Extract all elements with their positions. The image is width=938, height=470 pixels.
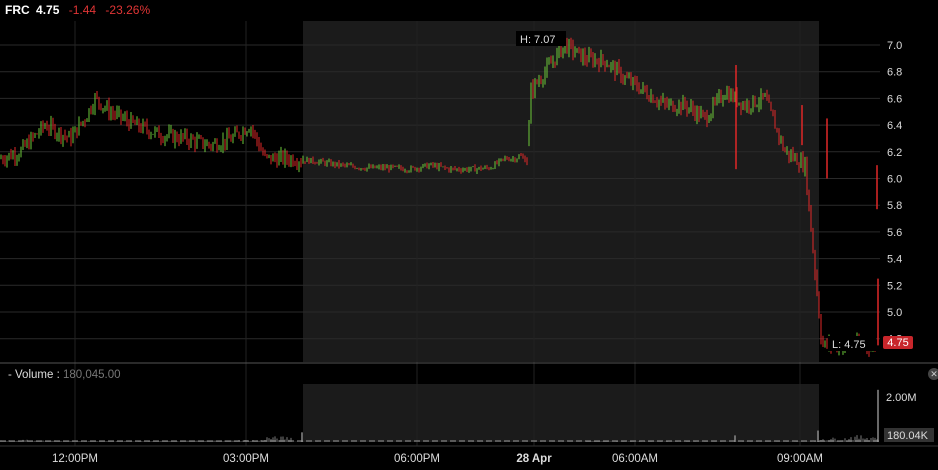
volume-last-tag-text: 180.04K bbox=[887, 430, 929, 442]
time-axis-tick: 09:00AM bbox=[777, 453, 823, 465]
price-axis-tick: 6.4 bbox=[887, 120, 902, 132]
volume-legend[interactable]: - Volume : 180,045.00 bbox=[8, 369, 121, 381]
price-axis-tick: 6.8 bbox=[887, 67, 902, 79]
high-label: H: 7.07 bbox=[520, 34, 555, 46]
time-axis-tick: 12:00PM bbox=[52, 453, 98, 465]
time-axis-tick: 28 Apr bbox=[516, 453, 552, 465]
stock-chart[interactable]: 4.85.05.25.45.65.86.06.26.46.66.87.0 12:… bbox=[0, 0, 938, 470]
price-axis-tick: 5.0 bbox=[887, 307, 902, 319]
time-axis-tick: 06:00PM bbox=[394, 453, 440, 465]
last-price-tag: 4.75 bbox=[883, 336, 913, 349]
ticker-header: FRC 4.75 -1.44 -23.26% bbox=[5, 3, 150, 17]
low-annotation: L: 4.75 bbox=[828, 336, 876, 351]
price-axis: 4.85.05.25.45.65.86.06.26.46.66.87.0 bbox=[887, 40, 902, 346]
volume-legend-label: - Volume : bbox=[8, 369, 60, 381]
time-axis: 12:00PM 03:00PM 06:00PM 28 Apr 06:00AM 09:00A… bbox=[52, 453, 823, 465]
time-axis-tick: 03:00PM bbox=[223, 453, 269, 465]
ticker-price: 4.75 bbox=[36, 3, 60, 17]
time-axis-tick: 06:00AM bbox=[612, 453, 658, 465]
price-axis-tick: 5.8 bbox=[887, 200, 902, 212]
extended-hours-shade-volume bbox=[303, 384, 819, 442]
ticker-change-pct: -23.26% bbox=[105, 3, 151, 17]
price-axis-tick: 5.2 bbox=[887, 280, 902, 292]
price-axis-tick: 5.4 bbox=[887, 254, 902, 266]
price-axis-tick: 6.2 bbox=[887, 147, 902, 159]
volume-legend-value: 180,045.00 bbox=[62, 369, 121, 381]
ticker-symbol: FRC bbox=[5, 3, 30, 17]
ticker-change: -1.44 bbox=[68, 3, 97, 17]
price-axis-tick: 5.6 bbox=[887, 227, 902, 239]
low-label: L: 4.75 bbox=[832, 339, 866, 351]
volume-last-tag: 180.04K bbox=[884, 428, 934, 442]
price-axis-tick: 6.6 bbox=[887, 93, 902, 105]
price-axis-tick: 7.0 bbox=[887, 40, 902, 52]
close-volume-panel-icon[interactable]: ✕ bbox=[928, 368, 938, 380]
price-axis-tick: 6.0 bbox=[887, 174, 902, 186]
high-annotation: H: 7.07 bbox=[516, 31, 566, 46]
volume-axis-tick: 2.00M bbox=[886, 392, 917, 404]
last-price-tag-text: 4.75 bbox=[887, 337, 908, 349]
